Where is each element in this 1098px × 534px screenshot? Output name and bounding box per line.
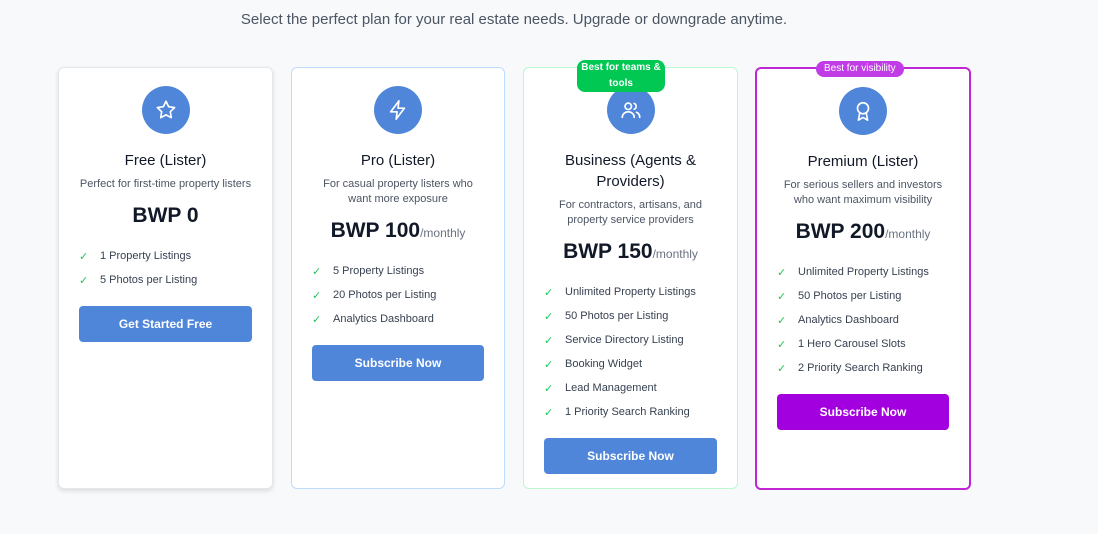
feature-item: ✓ Lead Management [544, 376, 717, 400]
feature-label: 2 Priority Search Ranking [798, 362, 923, 374]
feature-list: ✓ Unlimited Property Listings ✓ 50 Photos … [777, 260, 949, 380]
feature-label: Analytics Dashboard [333, 313, 434, 325]
page-subtitle: Select the perfect plan for your real es… [240, 11, 788, 28]
check-icon: ✓ [777, 338, 787, 351]
plan-card-business: Best for teams & tools Business (Agents … [523, 60, 738, 489]
price-amount: BWP 100 [330, 219, 421, 242]
check-icon: ✓ [79, 250, 89, 263]
plan-name: Pro (Lister) [360, 152, 436, 169]
plan-name: Premium (Lister) [807, 153, 919, 170]
star-icon [141, 86, 190, 134]
plan-card-free: Free (Lister) Perfect for first-time pro… [58, 67, 273, 489]
feature-item: ✓ 5 Property Listings [312, 259, 484, 283]
feature-label: Lead Management [565, 382, 657, 394]
best-for-visibility-badge: Best for visibility [816, 61, 904, 77]
feature-label: 1 Hero Carousel Slots [798, 338, 906, 350]
check-icon: ✓ [544, 358, 554, 371]
check-icon: ✓ [544, 406, 554, 419]
plan-description: Perfect for first-time property listers [79, 178, 252, 190]
feature-label: Analytics Dashboard [798, 314, 899, 326]
check-icon: ✓ [312, 289, 322, 302]
price-amount: BWP 0 [132, 204, 199, 227]
feature-item: ✓ Analytics Dashboard [777, 308, 949, 332]
check-icon: ✓ [544, 334, 554, 347]
plan-name: Free (Lister) [124, 152, 207, 169]
price-period: /monthly [420, 226, 466, 240]
plan-description: For contractors, artisans, and property … [558, 199, 703, 226]
check-icon: ✓ [312, 313, 322, 326]
award-icon [839, 87, 887, 135]
plan-price: BWP 0 [79, 204, 252, 228]
pricing-page: Select the perfect plan for your real es… [0, 0, 1098, 534]
price-period: /monthly [885, 227, 931, 241]
check-icon: ✓ [777, 290, 787, 303]
feature-item: ✓ Service Directory Listing [544, 328, 717, 352]
feature-label: 50 Photos per Listing [565, 310, 669, 322]
plan-price: BWP 200/monthly [777, 220, 949, 244]
feature-label: Service Directory Listing [565, 334, 684, 346]
feature-label: 20 Photos per Listing [333, 289, 437, 301]
price-period: /monthly [652, 247, 698, 261]
lightning-icon [374, 86, 422, 134]
feature-item: ✓ Booking Widget [544, 352, 717, 376]
feature-label: Unlimited Property Listings [798, 266, 929, 278]
best-for-teams-badge: Best for teams & tools [577, 60, 665, 92]
get-started-free-button[interactable]: Get Started Free [79, 306, 252, 342]
feature-item: ✓ Analytics Dashboard [312, 307, 484, 331]
feature-label: Booking Widget [565, 358, 643, 370]
feature-item: ✓ 1 Hero Carousel Slots [777, 332, 949, 356]
check-icon: ✓ [79, 274, 89, 287]
feature-item: ✓ Unlimited Property Listings [544, 280, 717, 304]
plan-price: BWP 100/monthly [312, 219, 484, 243]
feature-item: ✓ 50 Photos per Listing [777, 284, 949, 308]
check-icon: ✓ [544, 310, 554, 323]
check-icon: ✓ [312, 265, 322, 278]
check-icon: ✓ [777, 362, 787, 375]
plan-name: Business (Agents & Providers) [565, 152, 696, 190]
feature-item: ✓ 50 Photos per Listing [544, 304, 717, 328]
subscribe-business-button[interactable]: Subscribe Now [544, 438, 717, 474]
check-icon: ✓ [544, 286, 554, 299]
feature-item: ✓ 1 Priority Search Ranking [544, 400, 717, 424]
feature-label: 1 Priority Search Ranking [565, 406, 690, 418]
feature-list: ✓ 5 Property Listings ✓ 20 Photos per List… [312, 259, 484, 331]
feature-item: ✓ 20 Photos per Listing [312, 283, 484, 307]
feature-list: ✓ Unlimited Property Listings ✓ 50 Photos … [544, 280, 717, 424]
feature-item: ✓ Unlimited Property Listings [777, 260, 949, 284]
price-amount: BWP 200 [795, 220, 886, 243]
subscribe-pro-button[interactable]: Subscribe Now [312, 345, 484, 381]
feature-item: ✓ 5 Photos per Listing [79, 268, 252, 292]
plan-price: BWP 150/monthly [544, 240, 717, 264]
subscribe-premium-button[interactable]: Subscribe Now [777, 394, 949, 430]
feature-label: Unlimited Property Listings [565, 286, 696, 298]
plan-description: For serious sellers and investors who wa… [783, 179, 943, 206]
check-icon: ✓ [777, 266, 787, 279]
check-icon: ✓ [544, 382, 554, 395]
feature-label: 5 Property Listings [333, 265, 425, 277]
users-icon [606, 86, 655, 134]
feature-label: 5 Photos per Listing [100, 274, 198, 286]
feature-item: ✓ 2 Priority Search Ranking [777, 356, 949, 380]
feature-item: ✓ 1 Property Listings [79, 244, 252, 268]
feature-list: ✓ 1 Property Listings ✓ 5 Photos per Listi… [79, 244, 252, 292]
plan-card-premium: Best for visibility Premium (Lister) For… [755, 61, 971, 490]
check-icon: ✓ [777, 314, 787, 327]
feature-label: 50 Photos per Listing [798, 290, 902, 302]
price-amount: BWP 150 [563, 240, 653, 263]
plan-description: For casual property listers who want mor… [323, 178, 473, 205]
feature-label: 1 Property Listings [100, 250, 192, 262]
plan-card-pro: Pro (Lister) For casual property listers… [291, 67, 505, 489]
